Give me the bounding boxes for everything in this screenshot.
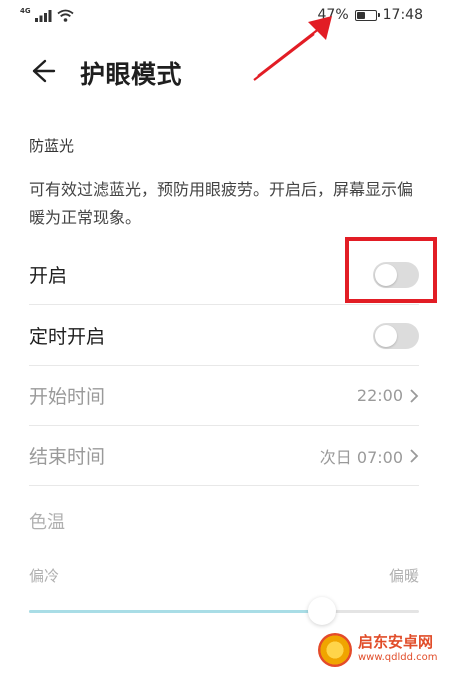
row-enable-label: 开启 [29,265,68,287]
chevron-right-icon [410,448,419,463]
signal-icon [34,9,52,22]
back-arrow-icon[interactable] [28,56,58,86]
row-end-time-label: 结束时间 [29,446,106,468]
start-time-value: 22:00 [356,386,403,405]
row-schedule[interactable]: 定时开启 [29,306,419,366]
row-start-time-label: 开始时间 [29,386,106,408]
watermark-logo-icon [318,633,352,667]
color-temperature-label: 色温 [29,512,65,533]
watermark: 启东安卓网 www.qdldd.com [318,628,444,672]
status-left: 4G [20,6,74,22]
battery-icon [354,9,380,21]
page-title: 护眼模式 [80,60,183,89]
slider-max-label: 偏暖 [388,567,419,585]
network-type-label: 4G [20,6,31,15]
schedule-toggle[interactable] [373,322,419,349]
end-time-value: 次日 07:00 [319,447,403,467]
section-description: 可有效过滤蓝光，预防用眼疲劳。开启后，屏幕显示偏暖为正常现象。 [29,180,414,227]
slider-thumb[interactable] [307,597,336,625]
slider-labels: 偏冷 偏暖 [29,565,419,586]
watermark-url: www.qdldd.com [358,652,438,663]
slider-fill [29,610,322,613]
section-title: 防蓝光 [29,137,75,155]
row-schedule-label: 定时开启 [29,326,106,348]
status-bar: 4G 47% 17:48 [0,0,449,32]
clock: 17:48 [382,7,423,23]
watermark-text: 启东安卓网 www.qdldd.com [358,634,438,666]
row-start-time[interactable]: 开始时间 22:00 [29,366,419,426]
end-time-value-wrap: 次日 07:00 [320,444,419,468]
watermark-main: 启东安卓网 [358,633,434,651]
wifi-icon [57,9,74,22]
slider-min-label: 偏冷 [29,567,60,585]
annotation-highlight-box [345,237,437,303]
color-temperature-slider[interactable] [29,597,419,625]
annotation-arrow-icon [253,16,332,81]
start-time-value-wrap: 22:00 [357,386,419,405]
battery-level-fill [356,11,365,19]
row-end-time[interactable]: 结束时间 次日 07:00 [29,426,419,486]
toggle-knob [375,324,397,347]
chevron-right-icon [410,388,419,403]
